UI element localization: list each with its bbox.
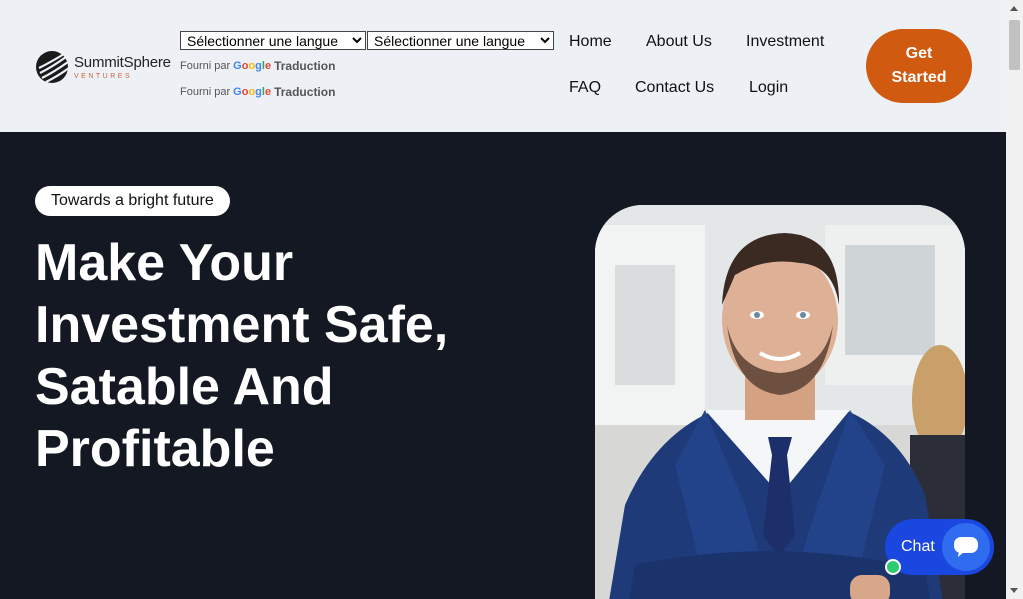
hero-section: Towards a bright future Make Your Invest… [0,132,1006,599]
online-status-icon [885,559,901,575]
brand-name: SummitSphere [74,53,171,71]
google-translate-attribution-1: Fourni par Google Traduction [180,59,335,73]
google-logo[interactable]: Google [233,60,271,72]
scrollbar-thumb[interactable] [1009,20,1020,70]
scroll-down-arrow-icon[interactable] [1010,588,1018,593]
nav-about-us[interactable]: About Us [646,33,712,51]
google-translate-attribution-2: Fourni par Google Traduction [180,85,335,99]
nav-home[interactable]: Home [569,33,612,51]
site-header: SummitSphere VENTURES Sélectionner une l… [0,0,1006,132]
scroll-up-arrow-icon[interactable] [1010,6,1018,11]
brand-subtitle: VENTURES [74,72,133,80]
hero-headline: Make Your Investment Safe, Satable And P… [35,234,449,478]
get-started-line-1: Get [905,45,933,62]
nav-investment[interactable]: Investment [746,33,824,51]
powered-by-text: Fourni par [180,86,231,98]
hero-tagline-badge: Towards a bright future [35,186,230,216]
get-started-button[interactable]: Get Started [866,29,972,103]
language-select-2[interactable]: Sélectionner une langue [367,31,554,50]
nav-login[interactable]: Login [749,79,788,97]
translation-link[interactable]: Traduction [274,59,335,73]
chat-widget-button[interactable]: Chat [885,519,994,575]
chat-label: Chat [901,538,935,555]
powered-by-text: Fourni par [180,60,231,72]
brand-logo[interactable]: SummitSphere VENTURES [34,49,171,85]
page-scrollbar[interactable] [1006,0,1023,599]
chat-bubble-icon [942,523,990,571]
logo-icon [36,51,70,83]
language-select-1[interactable]: Sélectionner une langue [180,31,366,50]
google-logo[interactable]: Google [233,86,271,98]
nav-faq[interactable]: FAQ [569,79,601,97]
translation-link[interactable]: Traduction [274,85,335,99]
get-started-line-2: Started [891,69,947,86]
nav-contact-us[interactable]: Contact Us [635,79,714,97]
